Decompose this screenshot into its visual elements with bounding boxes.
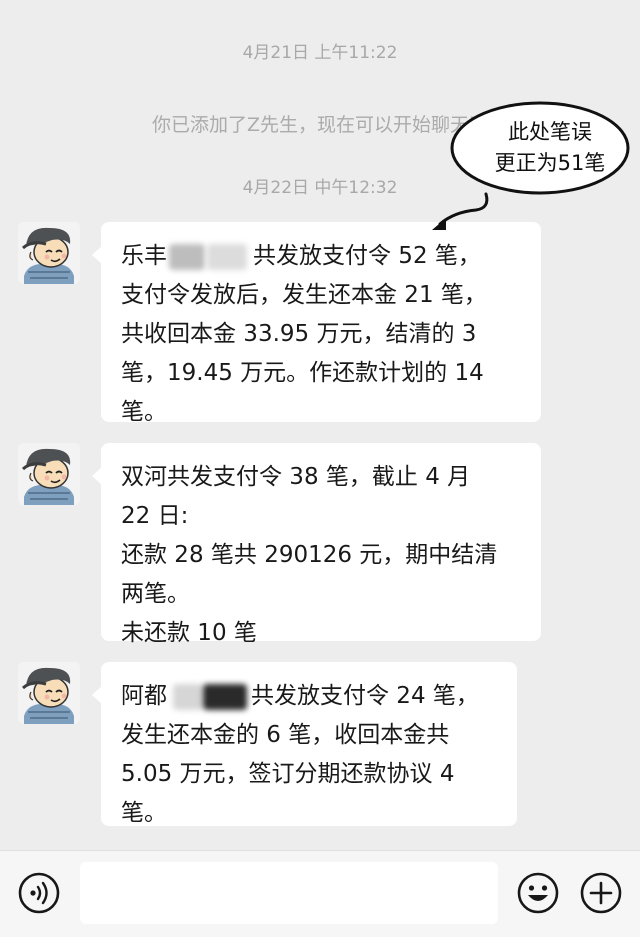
message-text: 共发放支付令 52 笔， [253,243,481,269]
avatar[interactable] [18,662,80,724]
message-line: 未还款 10 笔 [121,620,257,646]
arrow-icon [432,192,489,230]
timestamp-1: 4月21日 上午11:22 [242,43,398,63]
redacted-text [169,243,205,270]
message-line: 22 日: [121,503,189,529]
redacted-text [207,243,247,270]
emoji-icon[interactable] [516,871,560,915]
redacted-text [203,683,247,710]
message-line: 共收回本金 33.95 万元，结清的 3 [121,321,477,347]
message-line: 5.05 万元，签订分期还款协议 4 [121,761,455,787]
chat-area: 4月21日 上午11:22 你已添加了Z先生，现在可以开始聊天了 4月22日 中… [0,0,640,850]
avatar[interactable] [18,443,80,505]
cartoon-avatar-icon [18,662,80,724]
message-line: 还款 28 笔共 290126 元，期中结清 [121,542,498,568]
message-line: 阿都 共发放支付令 24 笔， [121,677,501,716]
message-text: 乐丰 [121,243,167,269]
message-line: 笔。 [121,399,167,425]
input-bar [0,850,640,937]
message-text: 共发放支付令 24 笔， [251,683,479,709]
message-input[interactable] [80,862,498,924]
cartoon-avatar-icon [18,222,80,284]
message-bubble[interactable]: 阿都 共发放支付令 24 笔， 发生还本金的 6 笔，收回本金共 5.05 万元，… [92,662,517,826]
message-line: 两笔。 [121,581,190,607]
message-line: 笔，19.45 万元。作还款计划的 14 [121,360,484,386]
message-text: 阿都 [121,683,167,709]
message-line: 乐丰 共发放支付令 52 笔， [121,237,525,276]
annotation-line-1: 此处笔误 [508,120,592,144]
avatar[interactable] [18,222,80,284]
message-line: 发生还本金的 6 笔，收回本金共 [121,722,450,748]
message-line: 双河共发支付令 38 笔，截止 4 月 [121,464,471,490]
redacted-text [173,683,203,710]
cartoon-avatar-icon [18,443,80,505]
plus-icon[interactable] [579,871,623,915]
voice-icon[interactable] [17,871,61,915]
message-bubble[interactable]: 乐丰 共发放支付令 52 笔， 支付令发放后，发生还本金 21 笔， 共收回本金 … [92,222,541,425]
message-line: 支付令发放后，发生还本金 21 笔， [121,282,487,308]
message-line: 笔。 [121,800,167,826]
message-bubble[interactable]: 双河共发支付令 38 笔，截止 4 月 22 日: 还款 28 笔共 29012… [92,443,541,646]
annotation-line-2: 更正为51笔 [494,151,606,175]
